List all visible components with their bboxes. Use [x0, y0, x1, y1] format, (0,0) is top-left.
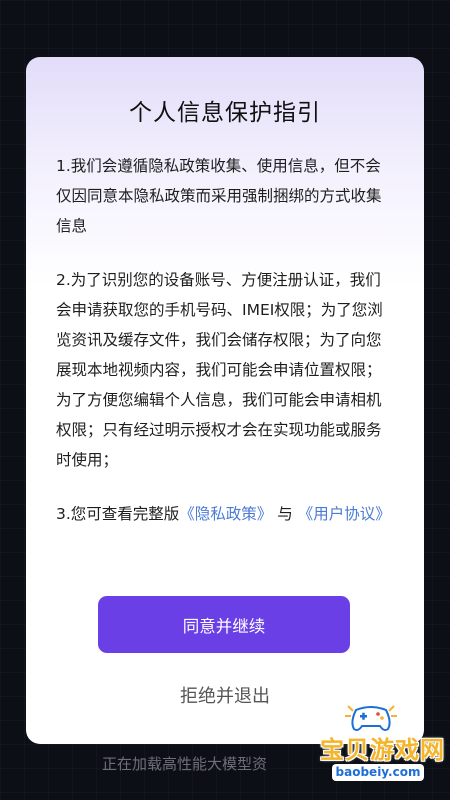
watermark-domain: baobeiy.com — [332, 764, 424, 781]
gamepad-icon — [345, 705, 397, 731]
watermark-site-name: 宝贝游戏网 — [320, 736, 445, 764]
site-watermark: 宝贝游戏网 baobeiy.com — [300, 698, 446, 788]
dialog-title: 个人信息保护指引 — [129, 100, 321, 126]
policy-paragraph-3: 3.您可查看完整版《隐私政策》 与 《用户协议》 — [56, 499, 394, 529]
policy-paragraph-2: 2.为了识别您的设备账号、方便注册认证，我们会申请获取您的手机号码、IMEI权限… — [56, 271, 383, 469]
user-agreement-link[interactable]: 《用户协议》 — [298, 505, 391, 523]
privacy-policy-link[interactable]: 《隐私政策》 — [179, 505, 272, 523]
privacy-dialog: 个人信息保护指引 1.我们会遵循隐私政策收集、使用信息，但不会仅因同意本隐私政策… — [26, 57, 424, 744]
paragraph-3-prefix: 3.您可查看完整版 — [56, 505, 180, 523]
loading-status-text: 正在加载高性能大模型资 — [102, 755, 268, 773]
policy-paragraph-1: 1.我们会遵循隐私政策收集、使用信息，但不会仅因同意本隐私政策而采用强制捆绑的方… — [56, 157, 382, 235]
paragraph-3-and: 与 — [277, 505, 293, 523]
agree-continue-button[interactable]: 同意并继续 — [98, 596, 350, 653]
